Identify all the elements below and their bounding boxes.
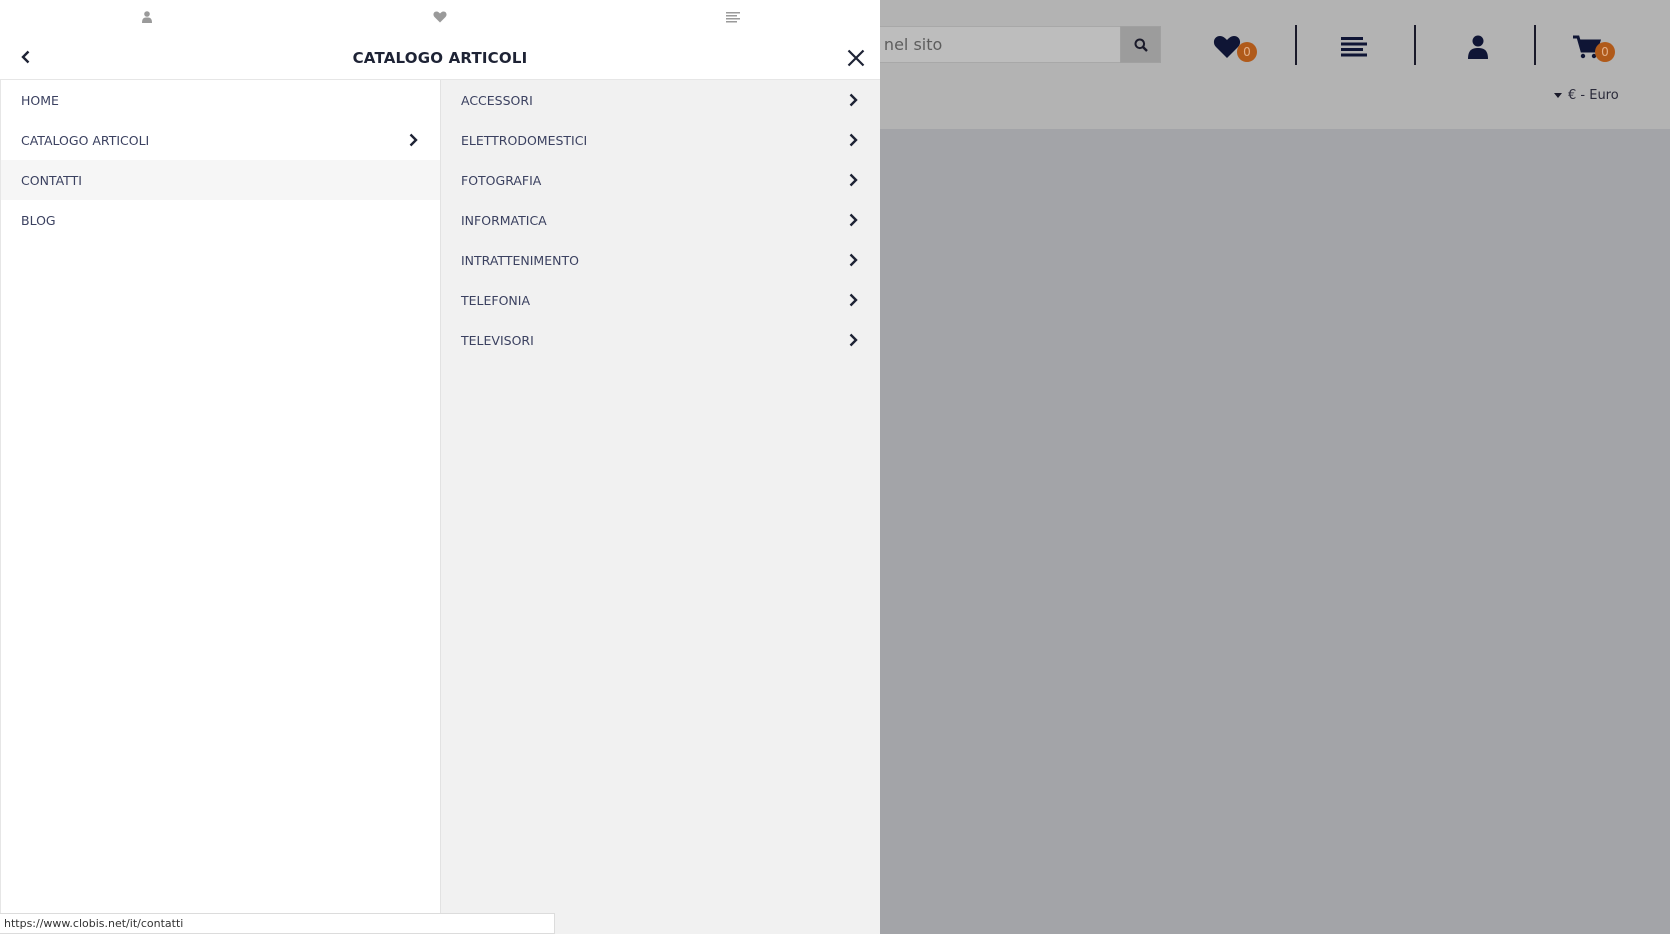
drawer-header: CATALOGO ARTICOLI: [0, 34, 880, 80]
currency-selector[interactable]: € - Euro: [1554, 88, 1619, 103]
submenu-item-televisori[interactable]: TELEVISORI: [441, 320, 880, 360]
header-divider: [1414, 25, 1416, 65]
menu-item-home[interactable]: HOME: [1, 80, 440, 120]
header-divider: [1534, 25, 1536, 65]
close-button[interactable]: [844, 46, 868, 70]
submenu: ACCESSORI ELETTRODOMESTICI FOTOGRAFIA IN…: [441, 80, 880, 934]
menu-item-catalogo-articoli[interactable]: CATALOGO ARTICOLI: [1, 120, 440, 160]
chevron-right-icon: [846, 333, 860, 347]
main-menu: HOME CATALOGO ARTICOLI CONTATTI BLOG: [0, 80, 441, 934]
submenu-item-label: ACCESSORI: [461, 92, 533, 108]
drawer-tab-account[interactable]: [0, 0, 293, 34]
menu-item-contatti[interactable]: CONTATTI: [1, 160, 440, 200]
browser-status-bar: https://www.clobis.net/it/contatti: [0, 913, 555, 934]
header-divider: [1295, 25, 1297, 65]
chevron-right-icon: [846, 293, 860, 307]
menu-item-label: CONTATTI: [21, 172, 82, 188]
menu-button[interactable]: [1337, 30, 1371, 64]
submenu-item-label: FOTOGRAFIA: [461, 172, 542, 188]
drawer-tab-wishlist[interactable]: [293, 0, 586, 34]
chevron-right-icon: [846, 133, 860, 147]
currency-label: € - Euro: [1568, 88, 1619, 103]
submenu-item-label: ELETTRODOMESTICI: [461, 132, 588, 148]
submenu-item-label: TELEFONIA: [461, 292, 531, 308]
mobile-menu-drawer: CATALOGO ARTICOLI HOME CATALOGO ARTICOLI…: [0, 0, 880, 934]
wishlist-button[interactable]: 0: [1210, 30, 1257, 64]
menu-icon: [1341, 37, 1367, 57]
submenu-item-label: INFORMATICA: [461, 212, 547, 228]
chevron-right-icon: [846, 253, 860, 267]
chevron-right-icon: [406, 133, 420, 147]
submenu-item-accessori[interactable]: ACCESSORI: [441, 80, 880, 120]
heart-icon: [433, 11, 447, 23]
drawer-tab-menu[interactable]: [587, 0, 880, 34]
menu-item-label: HOME: [21, 92, 59, 108]
account-button[interactable]: [1461, 30, 1495, 64]
submenu-item-telefonia[interactable]: TELEFONIA: [441, 280, 880, 320]
submenu-item-elettrodomestici[interactable]: ELETTRODOMESTICI: [441, 120, 880, 160]
drawer-title: CATALOGO ARTICOLI: [352, 49, 528, 67]
user-icon: [141, 11, 152, 23]
cart-count-badge: 0: [1595, 42, 1615, 62]
cart-button[interactable]: 0: [1570, 30, 1615, 64]
menu-icon: [726, 11, 741, 22]
menu-item-blog[interactable]: BLOG: [1, 200, 440, 240]
user-icon: [1468, 35, 1488, 59]
chevron-right-icon: [846, 173, 860, 187]
submenu-item-label: TELEVISORI: [461, 332, 534, 348]
drawer-tabs: [0, 0, 880, 34]
menu-item-label: CATALOGO ARTICOLI: [21, 132, 150, 148]
submenu-item-informatica[interactable]: INFORMATICA: [441, 200, 880, 240]
submenu-item-label: INTRATTENIMENTO: [461, 252, 579, 268]
submenu-item-intrattenimento[interactable]: INTRATTENIMENTO: [441, 240, 880, 280]
caret-down-icon: [1554, 92, 1562, 98]
search-button[interactable]: [1120, 26, 1161, 63]
search-input[interactable]: e nel sito: [860, 26, 1121, 63]
search-icon: [1134, 38, 1148, 52]
menu-item-label: BLOG: [21, 212, 56, 228]
chevron-right-icon: [846, 93, 860, 107]
close-icon: [847, 49, 865, 67]
chevron-right-icon: [846, 213, 860, 227]
submenu-item-fotografia[interactable]: FOTOGRAFIA: [441, 160, 880, 200]
wishlist-count-badge: 0: [1237, 42, 1257, 62]
